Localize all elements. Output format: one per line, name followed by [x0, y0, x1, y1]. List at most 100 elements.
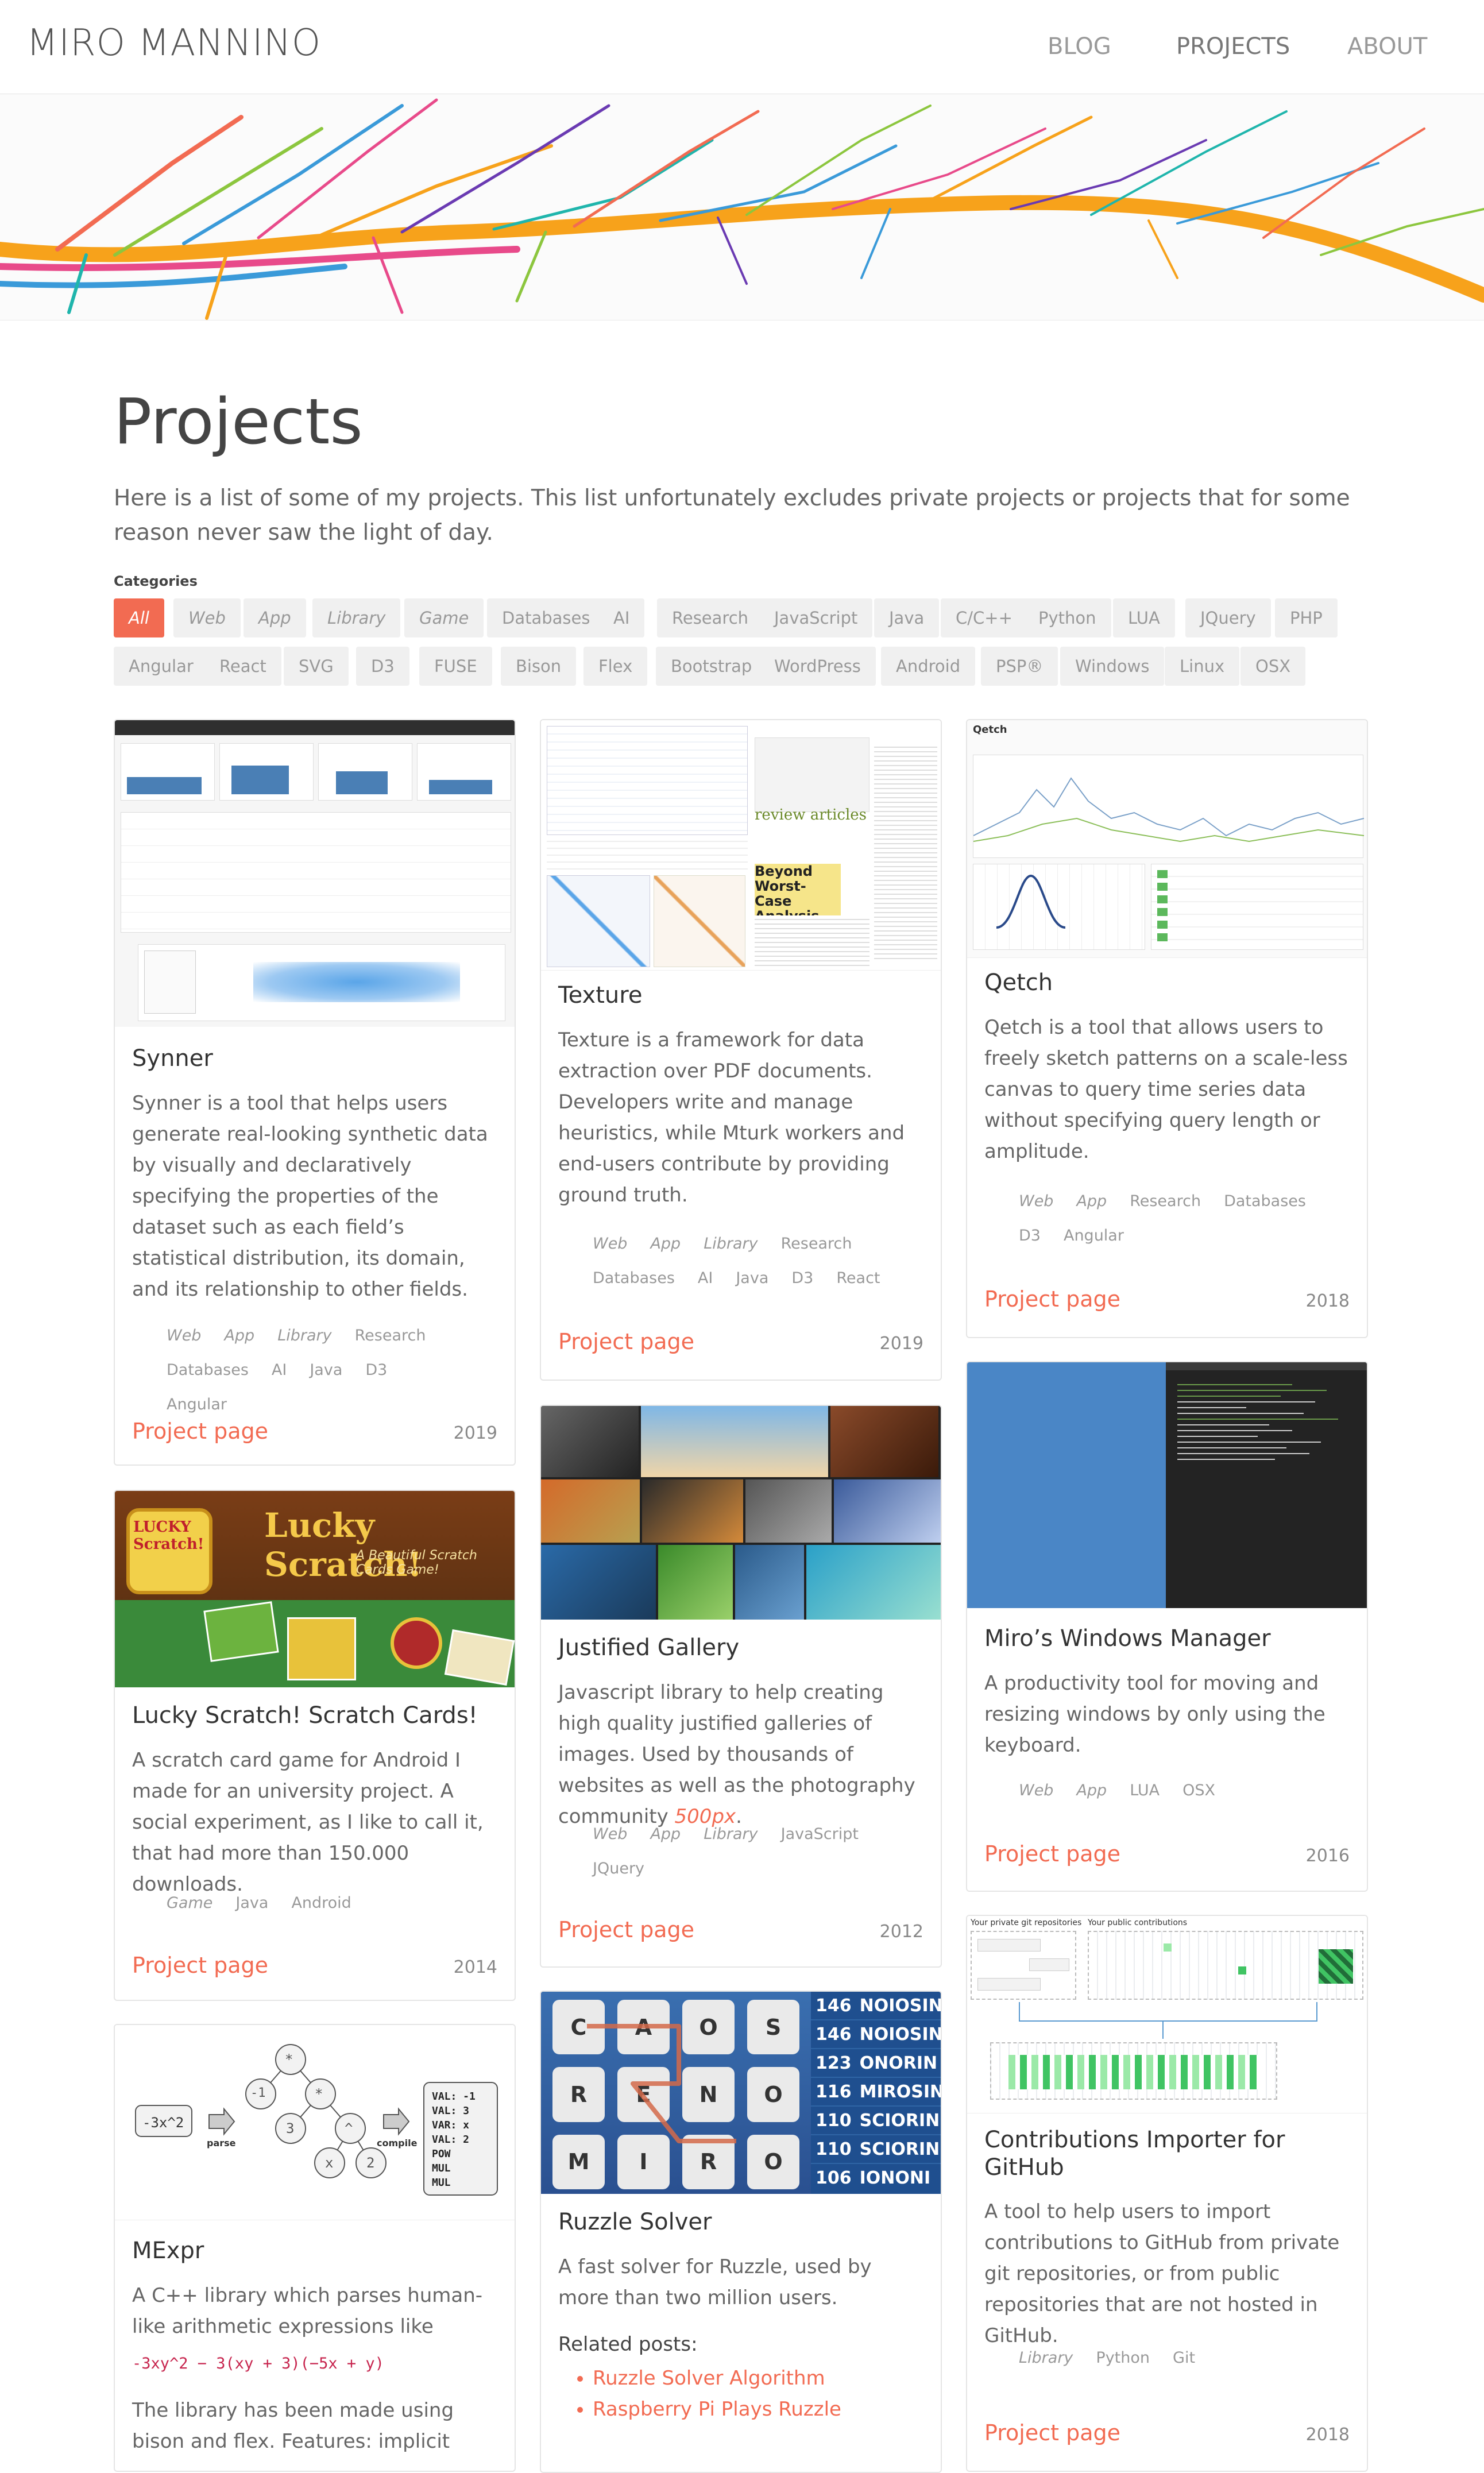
category-python[interactable]: Python	[1023, 598, 1111, 637]
tag[interactable]: App	[1076, 1184, 1107, 1219]
tag[interactable]: Web	[593, 1817, 627, 1852]
tag[interactable]: Research	[1130, 1184, 1201, 1219]
tag[interactable]: LUA	[1130, 1773, 1160, 1808]
tag[interactable]: AI	[272, 1353, 287, 1388]
project-description: A tool to help users to import contribut…	[984, 2200, 1340, 2347]
tag[interactable]: App	[1076, 1773, 1107, 1808]
project-page-link[interactable]: Project page	[984, 1286, 1120, 1312]
category-javascript[interactable]: JavaScript	[759, 598, 873, 637]
category-linux[interactable]: Linux	[1165, 647, 1240, 686]
category-fuse[interactable]: FUSE	[419, 647, 492, 686]
category-osx[interactable]: OSX	[1240, 647, 1306, 686]
category-c-cpp[interactable]: C/C++	[941, 598, 1027, 637]
project-page-link[interactable]: Project page	[558, 1329, 694, 1354]
nav-about[interactable]: ABOUT	[1347, 33, 1427, 60]
related-post-link[interactable]: Raspberry Pi Plays Ruzzle	[593, 2394, 841, 2425]
category-jquery[interactable]: JQuery	[1185, 598, 1271, 637]
category-windows[interactable]: Windows	[1060, 647, 1165, 686]
tag[interactable]: Web	[593, 1227, 627, 1261]
tag[interactable]: D3	[791, 1261, 813, 1296]
category-ai[interactable]: AI	[598, 598, 645, 637]
site-brand[interactable]: MIRO MANNINO	[26, 22, 321, 64]
tag[interactable]: Web	[167, 1319, 201, 1353]
category-wordpress[interactable]: WordPress	[759, 647, 876, 686]
tag[interactable]: Research	[781, 1227, 852, 1261]
category-android[interactable]: Android	[881, 647, 976, 686]
tag[interactable]: Git	[1173, 2341, 1195, 2375]
category-game[interactable]: Game	[404, 598, 484, 637]
project-card-mexpr: -3x^2 parse compile * -1 * 3 ^ x 2 VAL: …	[114, 2024, 516, 2472]
project-page-link[interactable]: Project page	[984, 1841, 1120, 1867]
tag[interactable]: D3	[365, 1353, 387, 1388]
category-flex[interactable]: Flex	[583, 647, 648, 686]
category-library[interactable]: Library	[312, 598, 401, 637]
category-react[interactable]: React	[204, 647, 281, 686]
nav-blog[interactable]: BLOG	[1048, 33, 1111, 60]
project-year: 2018	[1305, 1291, 1350, 1311]
category-php[interactable]: PHP	[1275, 598, 1338, 637]
tag[interactable]: Game	[167, 1886, 212, 1921]
project-year: 2019	[879, 1334, 923, 1354]
tag[interactable]: Library	[1019, 2341, 1073, 2375]
tag[interactable]: Angular	[167, 1388, 227, 1422]
project-description: A productivity tool for moving and resiz…	[984, 1672, 1325, 1757]
tag[interactable]: JavaScript	[781, 1817, 859, 1852]
header-banner	[0, 94, 1484, 320]
project-card-windows-manager: Miro’s Windows Manager A productivity to…	[966, 1361, 1368, 1892]
tag[interactable]: React	[836, 1261, 880, 1296]
tag[interactable]: Java	[310, 1353, 342, 1388]
project-page-link[interactable]: Project page	[558, 1917, 694, 1942]
tag[interactable]: Java	[235, 1886, 268, 1921]
lucky-scratch-banner: LUCKY Scratch! Lucky Scratch! A Beautifu…	[115, 1491, 515, 1687]
tag[interactable]: App	[224, 1319, 254, 1353]
project-year: 2014	[453, 1957, 497, 1977]
tag[interactable]: Java	[736, 1261, 768, 1296]
tag[interactable]: App	[650, 1227, 681, 1261]
nav-projects[interactable]: PROJECTS	[1176, 33, 1290, 60]
tag[interactable]: Databases	[167, 1353, 249, 1388]
category-d3[interactable]: D3	[356, 647, 409, 686]
contributions-diagram: Your private git repositories Your publi…	[967, 1916, 1367, 2113]
project-page-link[interactable]: Project page	[984, 2420, 1120, 2445]
project-title: Qetch	[984, 969, 1053, 996]
category-research[interactable]: Research	[657, 598, 764, 637]
top-navbar: MIRO MANNINO BLOG PROJECTS ABOUT	[0, 0, 1484, 94]
category-java[interactable]: Java	[874, 598, 940, 637]
project-page-link[interactable]: Project page	[132, 1953, 268, 1978]
tag[interactable]: Library	[704, 1817, 758, 1852]
category-angular[interactable]: Angular	[114, 647, 208, 686]
tag[interactable]: Library	[704, 1227, 758, 1261]
tag[interactable]: Databases	[1224, 1184, 1306, 1219]
project-card-contributions-importer: Your private git repositories Your publi…	[966, 1915, 1368, 2472]
related-post-link[interactable]: Ruzzle Solver Algorithm	[593, 2363, 841, 2394]
project-card-synner: Synner Synner is a tool that helps users…	[114, 719, 516, 1466]
category-bootstrap[interactable]: Bootstrap	[656, 647, 767, 686]
project-title: Texture	[558, 982, 643, 1008]
tag[interactable]: Research	[355, 1319, 426, 1353]
category-web[interactable]: Web	[173, 598, 241, 637]
category-bison[interactable]: Bison	[501, 647, 577, 686]
tag[interactable]: App	[650, 1817, 681, 1852]
project-tags: Web App LUA OSX	[1019, 1773, 1340, 1808]
tag[interactable]: Python	[1096, 2341, 1150, 2375]
tag[interactable]: Android	[291, 1886, 351, 1921]
category-svg[interactable]: SVG	[284, 647, 349, 686]
categories-label: Categories	[114, 573, 198, 589]
category-app[interactable]: App	[244, 598, 306, 637]
project-page-link[interactable]: Project page	[132, 1419, 268, 1444]
tag[interactable]: Angular	[1064, 1219, 1124, 1253]
tag[interactable]: OSX	[1182, 1773, 1215, 1808]
category-databases[interactable]: Databases	[487, 598, 605, 637]
tag[interactable]: Library	[277, 1319, 331, 1353]
tag[interactable]: Databases	[593, 1261, 675, 1296]
tag[interactable]: Web	[1019, 1184, 1053, 1219]
tag[interactable]: Web	[1019, 1773, 1053, 1808]
tag[interactable]: AI	[698, 1261, 713, 1296]
category-psp[interactable]: PSP®	[981, 647, 1058, 686]
tag[interactable]: JQuery	[593, 1852, 644, 1886]
category-lua[interactable]: LUA	[1113, 598, 1175, 637]
category-all[interactable]: All	[114, 598, 164, 637]
project-card-ruzzle-solver: C A O S R E N O M I R O 146 NOIOSIN 146 NO…	[540, 1991, 942, 2473]
tag[interactable]: D3	[1019, 1219, 1041, 1253]
project-tags: Web App Research Databases D3 Angular	[1019, 1184, 1340, 1253]
